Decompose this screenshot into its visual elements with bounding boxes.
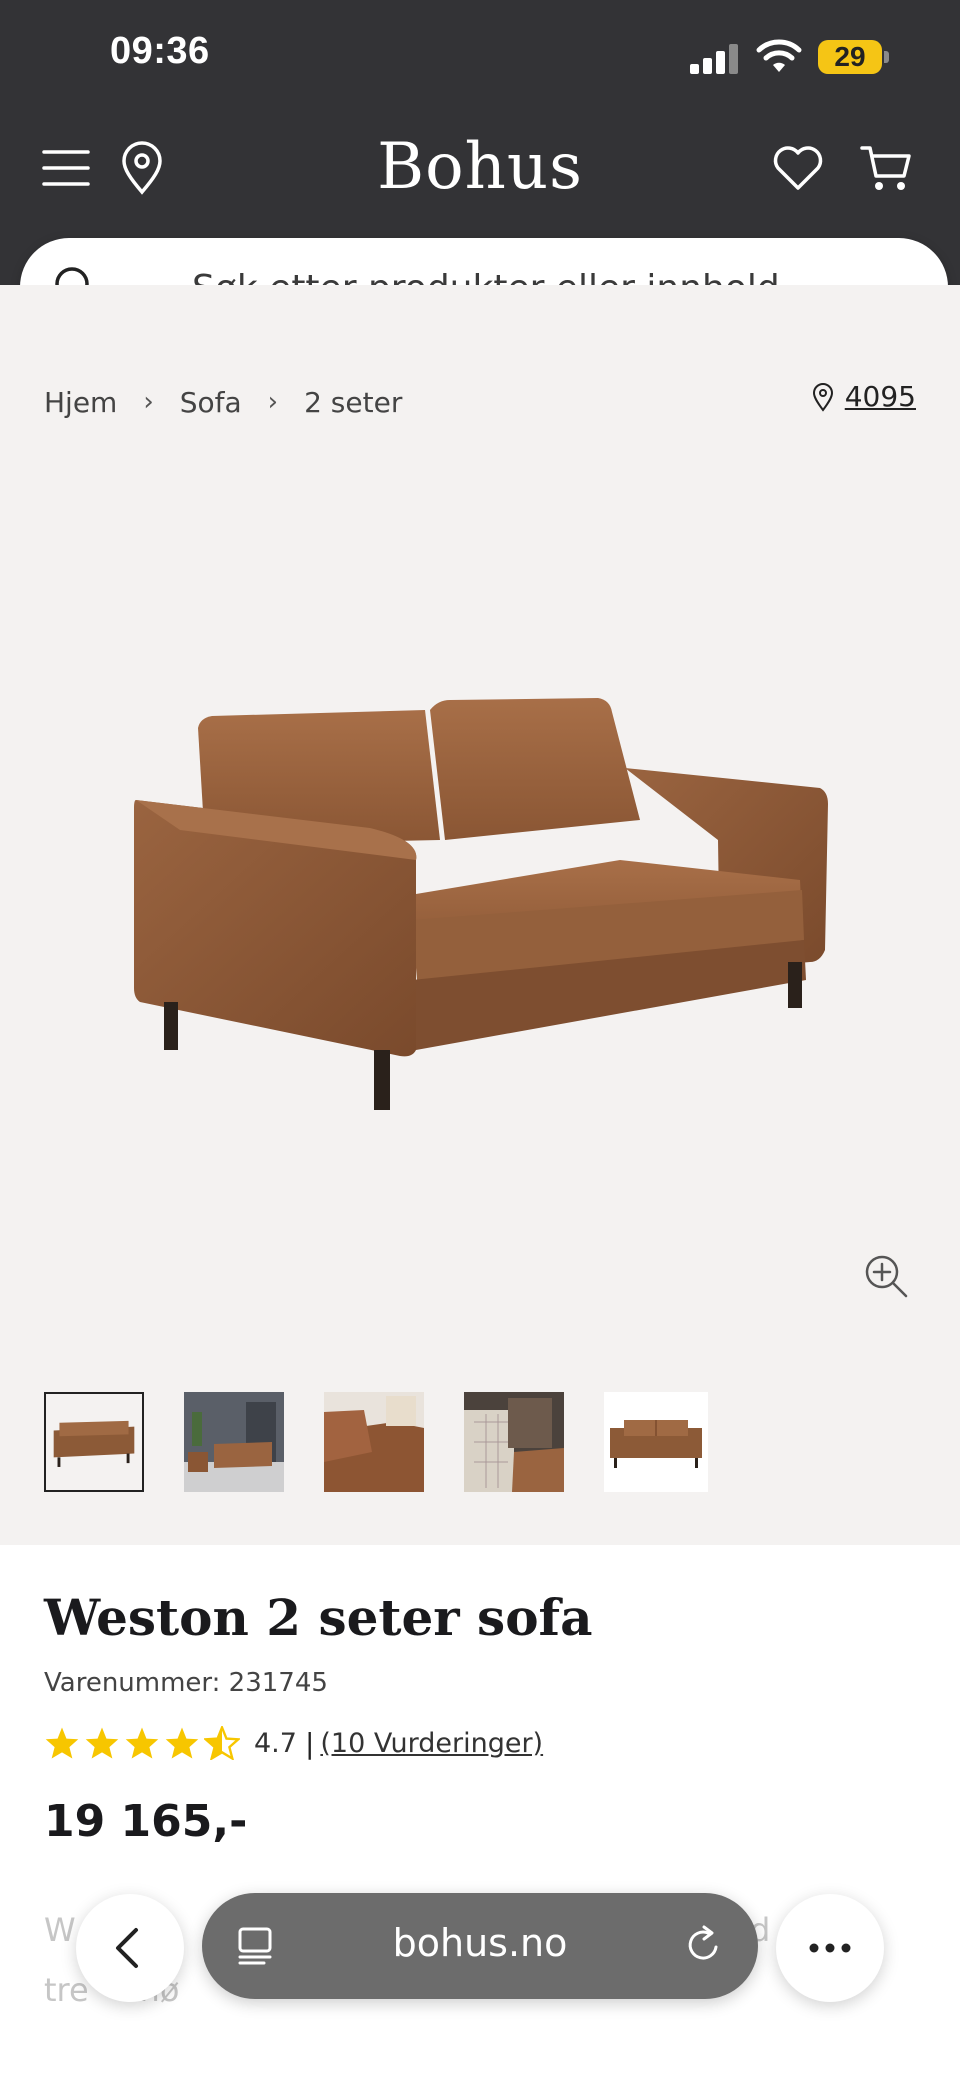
star-icon — [125, 1727, 159, 1759]
store-location[interactable]: 4095 — [811, 380, 916, 413]
product-rating: 4.7 | (10 Vurderinger) — [44, 1726, 543, 1760]
wifi-icon — [756, 39, 802, 72]
zip-code[interactable]: 4095 — [845, 380, 916, 413]
zoom-in-icon[interactable] — [862, 1252, 910, 1300]
back-button[interactable] — [76, 1894, 184, 2002]
cart-icon[interactable] — [858, 140, 914, 196]
product-image-sofa[interactable] — [120, 680, 840, 1140]
breadcrumb: Hjem › Sofa › 2 seter — [44, 380, 402, 424]
battery-cap — [884, 51, 889, 63]
breadcrumb-2-seter[interactable]: 2 seter — [304, 386, 402, 419]
brand-logo[interactable]: Bohus — [330, 130, 630, 204]
signal-icon — [690, 42, 742, 74]
reload-icon[interactable] — [682, 1923, 726, 1967]
status-time: 09:36 — [110, 30, 210, 72]
star-icon — [85, 1727, 119, 1759]
location-pin-icon — [812, 382, 833, 412]
url-text[interactable]: bohus.no — [202, 1921, 758, 1965]
breadcrumb-home[interactable]: Hjem — [44, 386, 117, 419]
rating-value: 4.7 — [254, 1727, 297, 1759]
product-price: 19 165,- — [44, 1796, 248, 1847]
breadcrumb-sofa[interactable]: Sofa — [180, 386, 242, 419]
rating-separator: | — [304, 1726, 315, 1760]
thumbnail-sofa-side[interactable] — [604, 1392, 708, 1492]
chevron-right-icon: › — [143, 387, 154, 417]
battery-icon: 29 — [818, 40, 882, 74]
reviews-link[interactable]: (10 Vurderinger) — [320, 1728, 543, 1759]
more-dots-icon — [809, 1943, 851, 1953]
star-icon — [45, 1727, 79, 1759]
thumbnail-sofa-front[interactable] — [44, 1392, 144, 1492]
chevron-left-icon — [116, 1928, 138, 1968]
menu-icon[interactable] — [38, 140, 94, 196]
address-bar[interactable]: bohus.no — [202, 1893, 758, 1999]
star-half-icon — [204, 1726, 240, 1760]
thumbnail-strip — [44, 1392, 708, 1492]
more-options-button[interactable] — [776, 1894, 884, 2002]
thumbnail-cushions-closeup[interactable] — [464, 1392, 564, 1492]
rating-stars — [44, 1726, 240, 1760]
thumbnail-armrest-closeup[interactable] — [324, 1392, 424, 1492]
star-icon — [165, 1727, 199, 1759]
location-pin-icon[interactable] — [114, 140, 170, 196]
product-sku: Varenummer: 231745 — [44, 1668, 328, 1698]
heart-icon[interactable] — [770, 140, 826, 196]
product-title: Weston 2 seter sofa — [44, 1588, 593, 1647]
chevron-right-icon: › — [267, 387, 279, 417]
thumbnail-living-room-scene[interactable] — [184, 1392, 284, 1492]
